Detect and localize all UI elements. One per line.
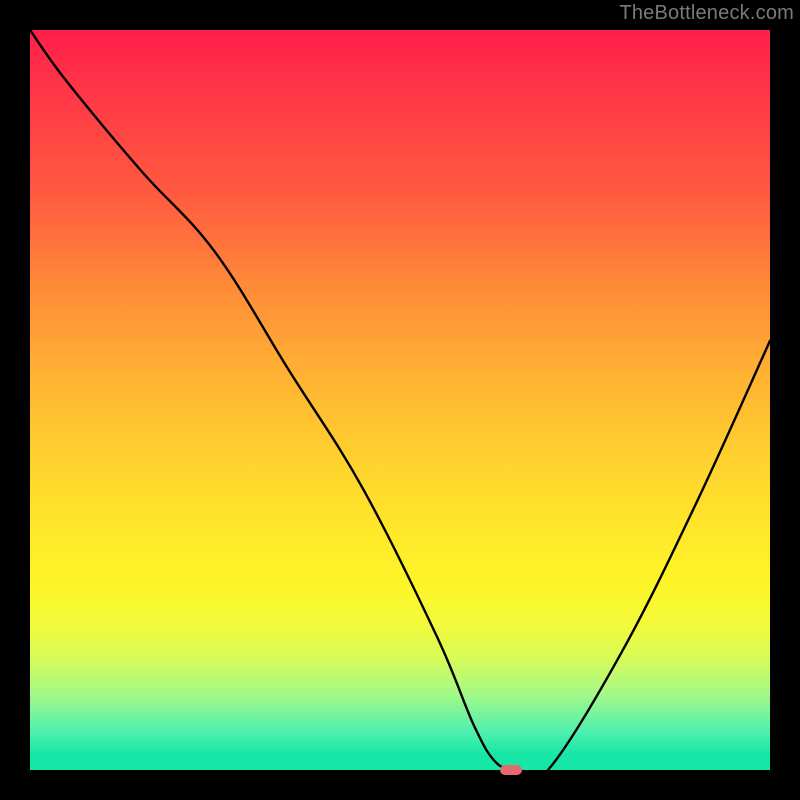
watermark-text: TheBottleneck.com (619, 2, 794, 25)
curve-path (30, 30, 770, 770)
y-axis-gutter (0, 30, 30, 770)
plot-area (30, 30, 770, 770)
chart-container: TheBottleneck.com (0, 0, 800, 800)
x-axis-gutter (0, 770, 800, 800)
bottleneck-curve (30, 30, 770, 770)
optimum-marker (500, 765, 522, 775)
